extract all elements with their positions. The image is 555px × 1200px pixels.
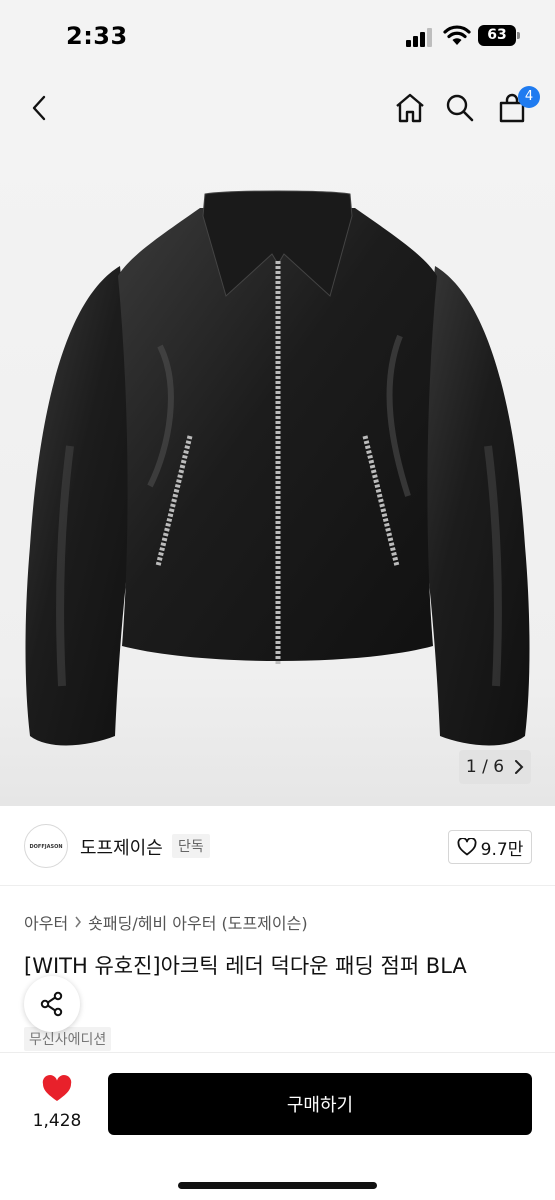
chevron-right-icon xyxy=(75,916,82,928)
product-image-carousel[interactable]: 1 / 6 xyxy=(0,146,555,806)
wishlist-button[interactable]: 1,428 xyxy=(24,1075,90,1131)
cart-button[interactable]: 4 xyxy=(490,86,540,130)
search-icon xyxy=(446,94,474,122)
pager-label: 1 / 6 xyxy=(466,757,504,777)
edition-tag: 무신사에디션 xyxy=(24,1027,112,1051)
back-button[interactable] xyxy=(18,86,62,130)
status-time: 2:33 xyxy=(66,22,128,50)
breadcrumb-level-2[interactable]: 숏패딩/헤비 아우터 (도프제이슨) xyxy=(88,910,307,934)
brand-row: DOFFJASON 도프제이슨 단독 9.7만 xyxy=(0,806,555,886)
battery-indicator: 63 xyxy=(478,25,516,46)
exclusive-badge: 단독 xyxy=(172,834,210,858)
top-navigation: 4 xyxy=(0,70,555,146)
heart-filled-icon xyxy=(42,1075,72,1101)
pager-total: 6 xyxy=(493,757,505,777)
brand-like-count: 9.7만 xyxy=(480,839,524,860)
breadcrumb-level-1[interactable]: 아우터 xyxy=(24,910,68,934)
home-icon xyxy=(396,93,424,123)
back-arrow-icon xyxy=(32,95,46,121)
chevron-right-icon xyxy=(515,760,524,774)
wifi-icon xyxy=(443,25,471,45)
brand-logo[interactable]: DOFFJASON xyxy=(24,824,68,868)
breadcrumb: 아우터 숏패딩/헤비 아우터 (도프제이슨) xyxy=(24,910,308,934)
status-bar: 2:33 63 xyxy=(0,0,555,70)
product-title: [WITH 유호진]아크틱 레더 덕다운 패딩 점퍼 BLA xyxy=(24,954,467,978)
pager-separator: / xyxy=(482,757,488,777)
image-pager[interactable]: 1 / 6 xyxy=(459,750,531,784)
brand-like-button[interactable]: 9.7만 xyxy=(448,830,532,864)
home-indicator xyxy=(178,1182,377,1189)
home-button[interactable] xyxy=(388,86,432,130)
battery-tip xyxy=(517,32,520,39)
cart-count-badge: 4 xyxy=(518,86,540,108)
product-photo-jacket xyxy=(25,190,530,746)
bottom-action-bar: 1,428 구매하기 xyxy=(0,1052,555,1200)
heart-outline-icon xyxy=(457,838,477,856)
share-button[interactable] xyxy=(24,976,80,1032)
pager-current: 1 xyxy=(465,757,477,777)
buy-button[interactable]: 구매하기 xyxy=(108,1073,532,1135)
cellular-signal-icon xyxy=(406,27,434,47)
search-button[interactable] xyxy=(438,86,482,130)
brand-name[interactable]: 도프제이슨 xyxy=(80,834,163,860)
share-icon xyxy=(40,991,63,1017)
wishlist-count: 1,428 xyxy=(32,1111,82,1131)
